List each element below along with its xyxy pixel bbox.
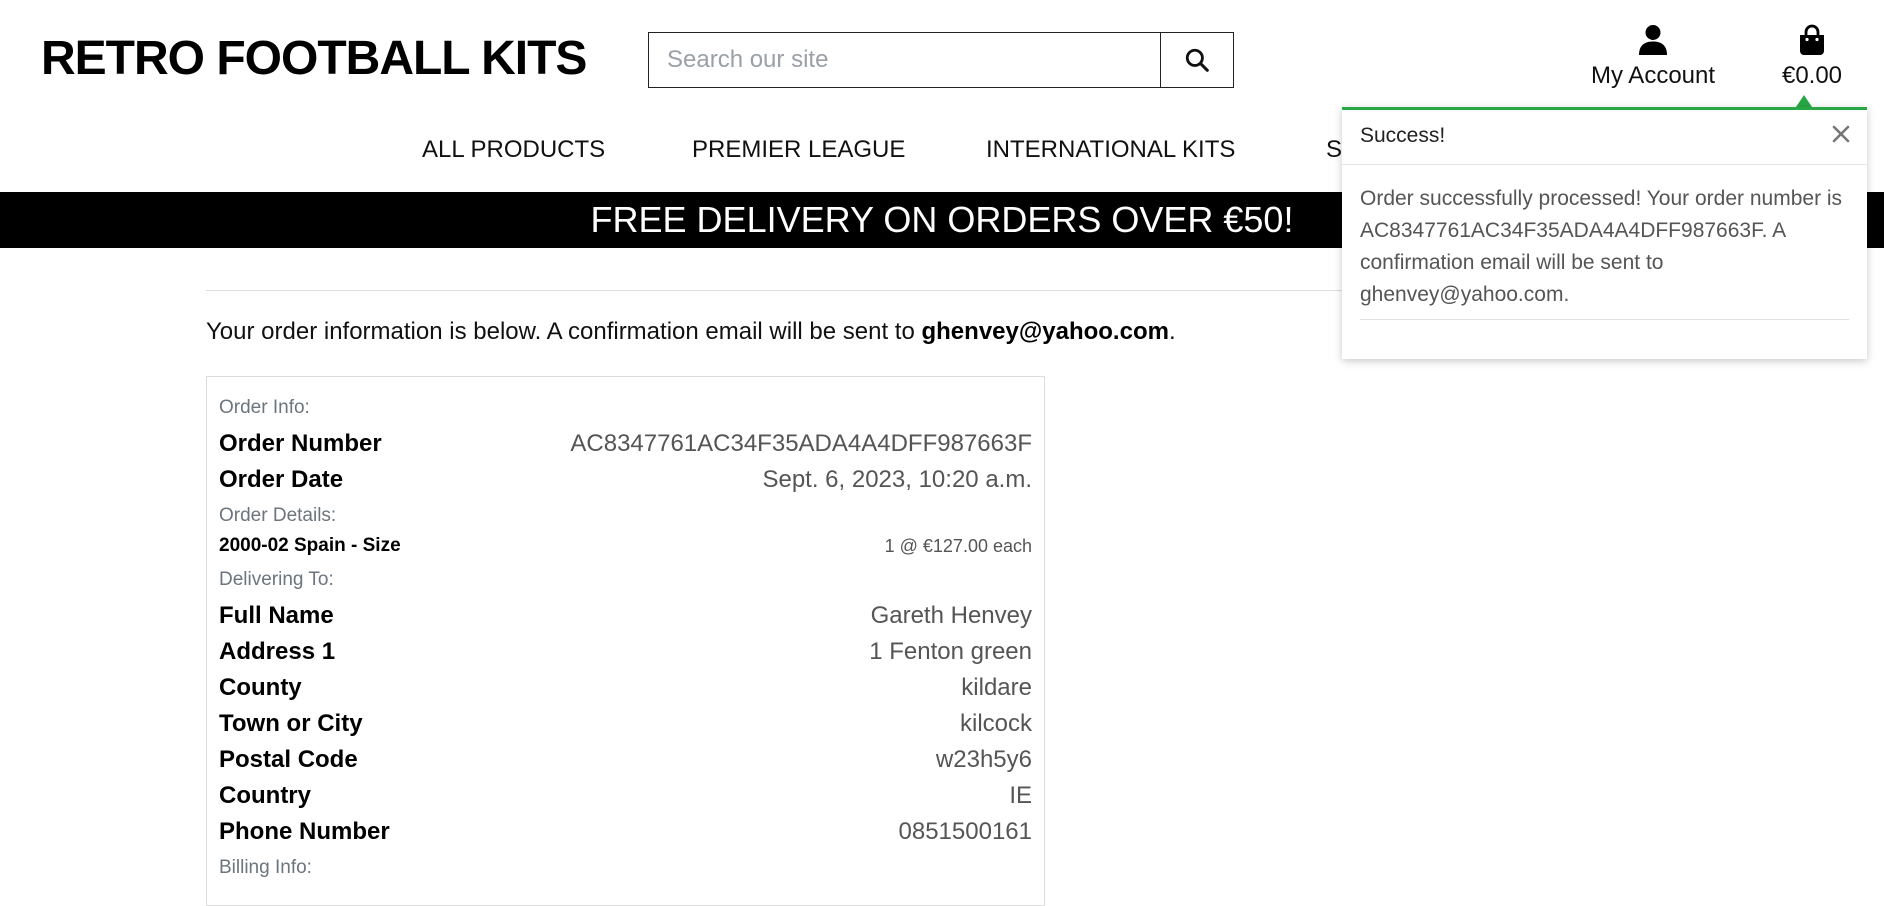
country-value: IE (1009, 782, 1032, 809)
nav-international-kits[interactable]: INTERNATIONAL KITS (986, 130, 1235, 170)
search-input[interactable] (649, 33, 1160, 87)
close-icon (1832, 125, 1850, 143)
full-name-label: Full Name (219, 602, 334, 629)
intro-suffix: . (1168, 318, 1176, 345)
user-icon (1639, 25, 1667, 55)
phone-label: Phone Number (219, 818, 390, 845)
address1-value: 1 Fenton green (869, 638, 1032, 665)
nav-item-partial[interactable]: S (1326, 130, 1342, 170)
phone-value: 0851500161 (898, 818, 1032, 845)
town-value: kilcock (959, 710, 1032, 737)
nav-all-products[interactable]: ALL PRODUCTS (422, 130, 605, 170)
toast-header: Success! (1342, 110, 1867, 165)
order-item-qty-price: 1 @ €127.00 each (884, 536, 1032, 556)
order-summary-card: Order Info: Order Number AC8347761AC34F3… (206, 376, 1045, 906)
intro-text: Your order information is below. A confi… (206, 318, 922, 345)
order-info-heading: Order Info: (219, 397, 310, 418)
town-label: Town or City (219, 710, 363, 737)
country-label: Country (219, 782, 311, 809)
county-value: kildare (961, 674, 1032, 701)
address1-label: Address 1 (219, 638, 336, 665)
delivering-heading: Delivering To: (219, 569, 334, 590)
search-icon (1185, 48, 1209, 72)
my-account-label: My Account (1590, 62, 1716, 89)
toast-message: Order successfully processed! Your order… (1360, 187, 1843, 306)
search-form (648, 32, 1234, 88)
order-number-value: AC8347761AC34F35ADA4A4DFF987663F (570, 430, 1032, 457)
order-details-heading: Order Details: (219, 505, 337, 526)
intro-email: ghenvey@yahoo.com (921, 318, 1169, 345)
success-toast: Success! Order successfully processed! Y… (1342, 107, 1867, 359)
order-item-name: 2000-02 Spain - Size (219, 535, 401, 556)
site-logo[interactable]: RETRO FOOTBALL KITS (41, 31, 587, 86)
my-account-link[interactable]: My Account (1585, 24, 1721, 90)
toast-divider (1360, 319, 1849, 320)
county-label: County (219, 674, 302, 701)
postal-code-label: Postal Code (219, 746, 358, 773)
toast-close-button[interactable] (1827, 120, 1855, 148)
order-number-label: Order Number (219, 430, 382, 457)
toast-arrow (1796, 95, 1812, 107)
shopping-bag-icon (1800, 24, 1824, 55)
nav-premier-league[interactable]: PREMIER LEAGUE (692, 130, 905, 170)
order-date-label: Order Date (219, 466, 344, 493)
search-button[interactable] (1160, 33, 1233, 87)
toast-title: Success! (1360, 124, 1446, 147)
order-intro: Your order information is below. A confi… (206, 318, 1176, 346)
shopping-bag-link[interactable]: €0.00 (1770, 24, 1854, 90)
billing-heading: Billing Info: (219, 857, 312, 878)
order-date-value: Sept. 6, 2023, 10:20 a.m. (762, 466, 1032, 493)
bag-total: €0.00 (1781, 62, 1843, 89)
full-name-value: Gareth Henvey (870, 602, 1032, 629)
postal-code-value: w23h5y6 (935, 746, 1032, 773)
divider (206, 290, 1346, 291)
